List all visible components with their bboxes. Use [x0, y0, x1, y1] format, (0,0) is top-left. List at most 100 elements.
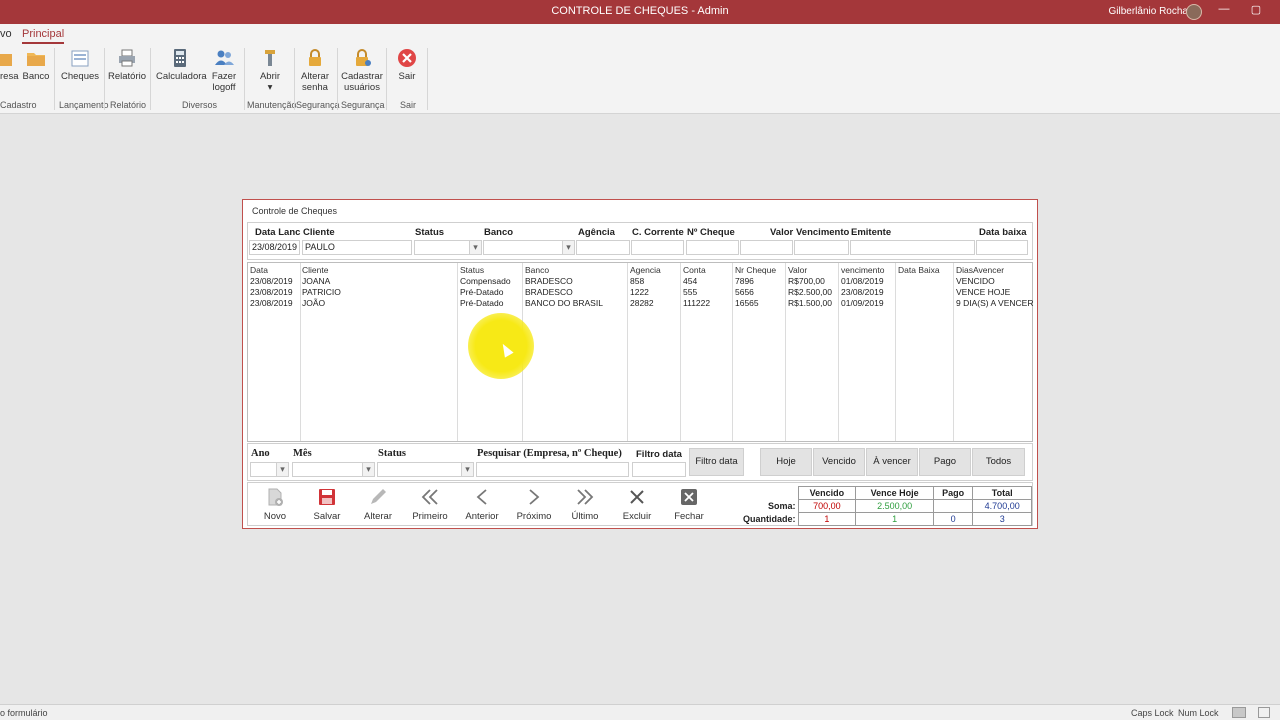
table-cell[interactable]: PATRICIO — [302, 287, 341, 297]
filtro-data-button[interactable]: Filtro data — [689, 448, 744, 476]
user-name[interactable]: Gilberlânio Rocha — [1109, 6, 1189, 17]
table-cell[interactable]: BRADESCO — [525, 276, 573, 286]
n-cheque-field[interactable] — [686, 240, 739, 255]
list-header[interactable]: Valor — [788, 265, 807, 275]
table-cell[interactable]: 1222 — [630, 287, 649, 297]
table-cell[interactable]: 23/08/2019 — [250, 298, 293, 308]
list-header[interactable]: Agencia — [630, 265, 661, 275]
table-cell[interactable]: 858 — [630, 276, 644, 286]
table-cell[interactable]: VENCIDO — [956, 276, 995, 286]
printer-icon — [117, 48, 137, 68]
cliente-field[interactable]: PAULO — [302, 240, 412, 255]
table-cell[interactable]: BANCO DO BRASIL — [525, 298, 603, 308]
table-cell[interactable]: 7896 — [735, 276, 754, 286]
emitente-field[interactable] — [850, 240, 975, 255]
list-header[interactable]: Banco — [525, 265, 549, 275]
table-cell[interactable]: 5656 — [735, 287, 754, 297]
users-icon — [214, 48, 234, 68]
list-header[interactable]: Conta — [683, 265, 706, 275]
hoje-button[interactable]: Hoje — [760, 448, 812, 476]
table-cell[interactable]: 9 DIA(S) A VENCER — [956, 298, 1033, 308]
proximo-button[interactable]: Próximo — [510, 487, 558, 522]
excluir-button[interactable]: Excluir — [613, 487, 661, 522]
restore-button[interactable]: ▢ — [1246, 3, 1266, 16]
list-header[interactable]: Cliente — [302, 265, 328, 275]
alterar-senha-button[interactable]: Alterar senha — [298, 48, 332, 93]
abrir-button[interactable]: Abrir ▾ — [254, 48, 286, 93]
table-cell[interactable]: 01/09/2019 — [841, 298, 884, 308]
anterior-button[interactable]: Anterior — [458, 487, 506, 522]
primeiro-button[interactable]: Primeiro — [406, 487, 454, 522]
alterar-button[interactable]: Alterar — [354, 487, 402, 522]
list-header[interactable]: Status — [460, 265, 484, 275]
cheques-button[interactable]: Cheques — [60, 48, 100, 82]
table-cell[interactable]: R$1.500,00 — [788, 298, 832, 308]
mes-select[interactable] — [292, 462, 375, 477]
minimize-button[interactable]: — — [1214, 3, 1234, 15]
design-view-icon[interactable] — [1258, 707, 1270, 718]
label-c-corrente: C. Corrente — [632, 227, 684, 238]
table-cell[interactable]: R$2.500,00 — [788, 287, 832, 297]
table-cell[interactable]: Pré-Datado — [460, 298, 503, 308]
cadastrar-usuarios-button[interactable]: Cadastrar usuários — [340, 48, 384, 93]
status-filter-select[interactable] — [377, 462, 474, 477]
table-cell[interactable]: 111222 — [683, 298, 710, 308]
pago-button[interactable]: Pago — [919, 448, 971, 476]
table-cell[interactable]: BRADESCO — [525, 287, 573, 297]
vencimento-field[interactable] — [794, 240, 849, 255]
table-cell[interactable]: 28282 — [630, 298, 654, 308]
table-cell[interactable]: JOÃO — [302, 298, 325, 308]
tab-principal[interactable]: Principal — [22, 28, 65, 44]
fechar-button[interactable]: Fechar — [665, 487, 713, 522]
table-cell[interactable]: 23/08/2019 — [250, 276, 293, 286]
pesquisar-field[interactable] — [476, 462, 629, 477]
table-cell[interactable]: 01/08/2019 — [841, 276, 884, 286]
empresa-button[interactable]: resa — [0, 48, 18, 82]
table-cell[interactable]: Pré-Datado — [460, 287, 503, 297]
avatar[interactable] — [1186, 4, 1202, 20]
ano-select[interactable] — [250, 462, 289, 477]
list-header[interactable]: Data — [250, 265, 268, 275]
tab-arquivo[interactable]: vo — [0, 28, 12, 40]
ribbon-tabs: vo Principal — [0, 24, 1280, 44]
list-header[interactable]: Nr Cheque — [735, 265, 776, 275]
valor-field[interactable] — [740, 240, 793, 255]
todos-button[interactable]: Todos — [972, 448, 1025, 476]
ultimo-button[interactable]: Último — [561, 487, 609, 522]
sair-button[interactable]: Sair — [392, 48, 422, 82]
form-view-icon[interactable] — [1232, 707, 1246, 718]
group-separator — [427, 48, 428, 110]
agencia-field[interactable] — [576, 240, 630, 255]
table-cell[interactable]: 23/08/2019 — [250, 287, 293, 297]
soma-pago — [932, 499, 974, 513]
data-lanc-field[interactable]: 23/08/2019 — [249, 240, 300, 255]
vencido-button[interactable]: Vencido — [813, 448, 865, 476]
table-cell[interactable]: 23/08/2019 — [841, 287, 884, 297]
filtro-data-field[interactable] — [632, 462, 686, 477]
relatorio-button[interactable]: Relatório — [108, 48, 146, 82]
table-cell[interactable]: 454 — [683, 276, 697, 286]
a-vencer-button[interactable]: À vencer — [866, 448, 918, 476]
list-header[interactable]: vencimento — [841, 265, 884, 275]
table-cell[interactable]: 555 — [683, 287, 697, 297]
fazer-logoff-button[interactable]: Fazer logoff — [208, 48, 240, 93]
banco-button[interactable]: Banco — [22, 48, 50, 82]
list-column — [896, 263, 954, 441]
data-baixa-field[interactable] — [976, 240, 1028, 255]
list-header[interactable]: Data Baixa — [898, 265, 940, 275]
status-select[interactable] — [414, 240, 482, 255]
calculadora-button[interactable]: Calculadora — [156, 48, 207, 82]
c-corrente-field[interactable] — [631, 240, 684, 255]
status-bar: o formulário Caps Lock Num Lock — [0, 704, 1280, 720]
novo-button[interactable]: Novo — [251, 487, 299, 522]
banco-select[interactable] — [483, 240, 575, 255]
table-cell[interactable]: R$700,00 — [788, 276, 825, 286]
salvar-button[interactable]: Salvar — [303, 487, 351, 522]
list-header[interactable]: DiasAvencer — [956, 265, 1004, 275]
table-cell[interactable]: JOANA — [302, 276, 330, 286]
table-cell[interactable]: 16565 — [735, 298, 759, 308]
cheques-list[interactable]: Data Cliente Status Banco Agencia Conta … — [247, 262, 1033, 442]
table-cell[interactable]: VENCE HOJE — [956, 287, 1010, 297]
label-valor: Valor — [770, 227, 794, 238]
table-cell[interactable]: Compensado — [460, 276, 511, 286]
